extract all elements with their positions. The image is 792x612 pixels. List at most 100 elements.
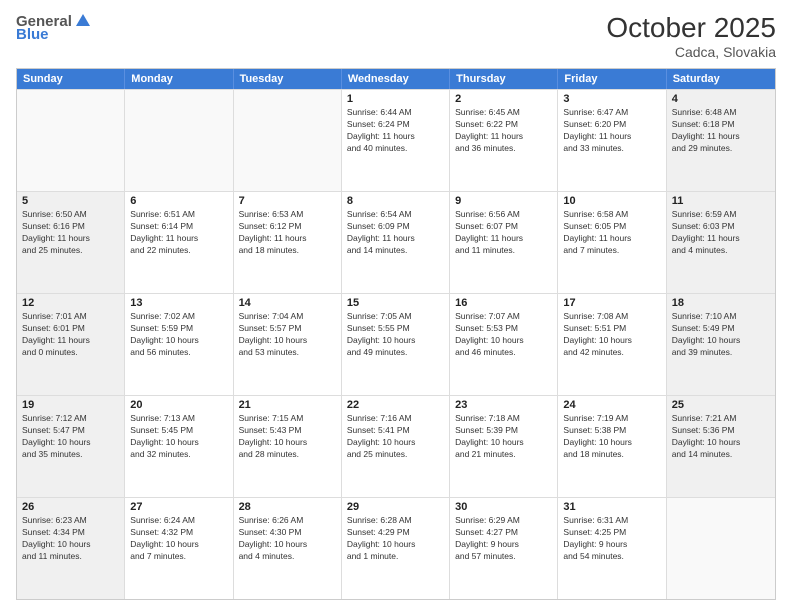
day-number: 14 <box>239 297 336 309</box>
day-number: 23 <box>455 399 552 411</box>
cal-cell-empty-0-0 <box>17 90 125 191</box>
cal-row-1: 5 Sunrise: 6:50 AM Sunset: 6:16 PM Daylig… <box>17 191 775 293</box>
cell-text: Sunrise: 6:54 AM Sunset: 6:09 PM Dayligh… <box>347 209 444 257</box>
cell-text: Sunrise: 6:28 AM Sunset: 4:29 PM Dayligh… <box>347 515 444 563</box>
cell-text: Sunrise: 6:23 AM Sunset: 4:34 PM Dayligh… <box>22 515 119 563</box>
calendar-header-row: SundayMondayTuesdayWednesdayThursdayFrid… <box>17 69 775 89</box>
cell-text: Sunrise: 7:13 AM Sunset: 5:45 PM Dayligh… <box>130 413 227 461</box>
cal-cell-30: 30 Sunrise: 6:29 AM Sunset: 4:27 PM Dayli… <box>450 498 558 599</box>
day-number: 8 <box>347 195 444 207</box>
cal-row-3: 19 Sunrise: 7:12 AM Sunset: 5:47 PM Dayli… <box>17 395 775 497</box>
day-number: 26 <box>22 501 119 513</box>
day-number: 2 <box>455 93 552 105</box>
header-day-thursday: Thursday <box>450 69 558 89</box>
cal-cell-19: 19 Sunrise: 7:12 AM Sunset: 5:47 PM Dayli… <box>17 396 125 497</box>
day-number: 13 <box>130 297 227 309</box>
cal-cell-28: 28 Sunrise: 6:26 AM Sunset: 4:30 PM Dayli… <box>234 498 342 599</box>
day-number: 20 <box>130 399 227 411</box>
cal-cell-empty-0-1 <box>125 90 233 191</box>
cell-text: Sunrise: 6:51 AM Sunset: 6:14 PM Dayligh… <box>130 209 227 257</box>
cal-cell-18: 18Sunrise: 7:10 AM Sunset: 5:49 PM Dayli… <box>667 294 775 395</box>
day-number: 27 <box>130 501 227 513</box>
logo: General Blue <box>16 12 92 43</box>
day-number: 19 <box>22 399 119 411</box>
cell-text: Sunrise: 7:12 AM Sunset: 5:47 PM Dayligh… <box>22 413 119 461</box>
cal-cell-26: 26 Sunrise: 6:23 AM Sunset: 4:34 PM Dayli… <box>17 498 125 599</box>
cal-cell-29: 29Sunrise: 6:28 AM Sunset: 4:29 PM Dayli… <box>342 498 450 599</box>
cal-row-4: 26 Sunrise: 6:23 AM Sunset: 4:34 PM Dayli… <box>17 497 775 599</box>
cal-cell-9: 9 Sunrise: 6:56 AM Sunset: 6:07 PM Daylig… <box>450 192 558 293</box>
month-title: October 2025 <box>606 12 776 44</box>
header: General Blue October 2025 Cadca, Slovaki… <box>16 12 776 60</box>
day-number: 9 <box>455 195 552 207</box>
day-number: 12 <box>22 297 119 309</box>
cal-cell-21: 21Sunrise: 7:15 AM Sunset: 5:43 PM Dayli… <box>234 396 342 497</box>
cal-cell-empty-4-6 <box>667 498 775 599</box>
cal-cell-22: 22Sunrise: 7:16 AM Sunset: 5:41 PM Dayli… <box>342 396 450 497</box>
header-day-monday: Monday <box>125 69 233 89</box>
cal-cell-7: 7 Sunrise: 6:53 AM Sunset: 6:12 PM Daylig… <box>234 192 342 293</box>
header-day-tuesday: Tuesday <box>234 69 342 89</box>
day-number: 11 <box>672 195 770 207</box>
title-block: October 2025 Cadca, Slovakia <box>606 12 776 60</box>
day-number: 5 <box>22 195 119 207</box>
cell-text: Sunrise: 7:07 AM Sunset: 5:53 PM Dayligh… <box>455 311 552 359</box>
cell-text: Sunrise: 7:21 AM Sunset: 5:36 PM Dayligh… <box>672 413 770 461</box>
cal-cell-empty-0-2 <box>234 90 342 191</box>
cell-text: Sunrise: 7:19 AM Sunset: 5:38 PM Dayligh… <box>563 413 660 461</box>
cal-row-2: 12 Sunrise: 7:01 AM Sunset: 6:01 PM Dayli… <box>17 293 775 395</box>
day-number: 31 <box>563 501 660 513</box>
cal-cell-24: 24 Sunrise: 7:19 AM Sunset: 5:38 PM Dayli… <box>558 396 666 497</box>
cal-cell-13: 13 Sunrise: 7:02 AM Sunset: 5:59 PM Dayli… <box>125 294 233 395</box>
cell-text: Sunrise: 7:10 AM Sunset: 5:49 PM Dayligh… <box>672 311 770 359</box>
header-day-saturday: Saturday <box>667 69 775 89</box>
cell-text: Sunrise: 6:50 AM Sunset: 6:16 PM Dayligh… <box>22 209 119 257</box>
day-number: 15 <box>347 297 444 309</box>
day-number: 21 <box>239 399 336 411</box>
cell-text: Sunrise: 6:59 AM Sunset: 6:03 PM Dayligh… <box>672 209 770 257</box>
page: General Blue October 2025 Cadca, Slovaki… <box>0 0 792 612</box>
header-day-sunday: Sunday <box>17 69 125 89</box>
location: Cadca, Slovakia <box>606 44 776 60</box>
day-number: 30 <box>455 501 552 513</box>
header-day-wednesday: Wednesday <box>342 69 450 89</box>
cell-text: Sunrise: 6:26 AM Sunset: 4:30 PM Dayligh… <box>239 515 336 563</box>
cal-cell-20: 20 Sunrise: 7:13 AM Sunset: 5:45 PM Dayli… <box>125 396 233 497</box>
cell-text: Sunrise: 6:56 AM Sunset: 6:07 PM Dayligh… <box>455 209 552 257</box>
cell-text: Sunrise: 6:58 AM Sunset: 6:05 PM Dayligh… <box>563 209 660 257</box>
cell-text: Sunrise: 7:02 AM Sunset: 5:59 PM Dayligh… <box>130 311 227 359</box>
cal-cell-25: 25Sunrise: 7:21 AM Sunset: 5:36 PM Dayli… <box>667 396 775 497</box>
cal-row-0: 1Sunrise: 6:44 AM Sunset: 6:24 PM Daylig… <box>17 89 775 191</box>
cal-cell-23: 23 Sunrise: 7:18 AM Sunset: 5:39 PM Dayli… <box>450 396 558 497</box>
cal-cell-12: 12 Sunrise: 7:01 AM Sunset: 6:01 PM Dayli… <box>17 294 125 395</box>
cell-text: Sunrise: 6:24 AM Sunset: 4:32 PM Dayligh… <box>130 515 227 563</box>
cell-text: Sunrise: 6:29 AM Sunset: 4:27 PM Dayligh… <box>455 515 552 563</box>
cal-cell-3: 3Sunrise: 6:47 AM Sunset: 6:20 PM Daylig… <box>558 90 666 191</box>
cell-text: Sunrise: 7:05 AM Sunset: 5:55 PM Dayligh… <box>347 311 444 359</box>
cal-cell-2: 2Sunrise: 6:45 AM Sunset: 6:22 PM Daylig… <box>450 90 558 191</box>
cell-text: Sunrise: 7:01 AM Sunset: 6:01 PM Dayligh… <box>22 311 119 359</box>
day-number: 7 <box>239 195 336 207</box>
cal-cell-16: 16 Sunrise: 7:07 AM Sunset: 5:53 PM Dayli… <box>450 294 558 395</box>
day-number: 28 <box>239 501 336 513</box>
day-number: 17 <box>563 297 660 309</box>
day-number: 4 <box>672 93 770 105</box>
cal-cell-14: 14Sunrise: 7:04 AM Sunset: 5:57 PM Dayli… <box>234 294 342 395</box>
day-number: 16 <box>455 297 552 309</box>
cell-text: Sunrise: 7:18 AM Sunset: 5:39 PM Dayligh… <box>455 413 552 461</box>
cal-cell-31: 31 Sunrise: 6:31 AM Sunset: 4:25 PM Dayli… <box>558 498 666 599</box>
cal-cell-27: 27 Sunrise: 6:24 AM Sunset: 4:32 PM Dayli… <box>125 498 233 599</box>
day-number: 10 <box>563 195 660 207</box>
logo-icon <box>74 12 92 30</box>
cell-text: Sunrise: 6:31 AM Sunset: 4:25 PM Dayligh… <box>563 515 660 563</box>
calendar-body: 1Sunrise: 6:44 AM Sunset: 6:24 PM Daylig… <box>17 89 775 599</box>
cell-text: Sunrise: 6:53 AM Sunset: 6:12 PM Dayligh… <box>239 209 336 257</box>
day-number: 24 <box>563 399 660 411</box>
cell-text: Sunrise: 6:44 AM Sunset: 6:24 PM Dayligh… <box>347 107 444 155</box>
day-number: 6 <box>130 195 227 207</box>
cell-text: Sunrise: 7:16 AM Sunset: 5:41 PM Dayligh… <box>347 413 444 461</box>
cell-text: Sunrise: 7:08 AM Sunset: 5:51 PM Dayligh… <box>563 311 660 359</box>
calendar: SundayMondayTuesdayWednesdayThursdayFrid… <box>16 68 776 600</box>
cal-cell-5: 5 Sunrise: 6:50 AM Sunset: 6:16 PM Daylig… <box>17 192 125 293</box>
cal-cell-4: 4Sunrise: 6:48 AM Sunset: 6:18 PM Daylig… <box>667 90 775 191</box>
